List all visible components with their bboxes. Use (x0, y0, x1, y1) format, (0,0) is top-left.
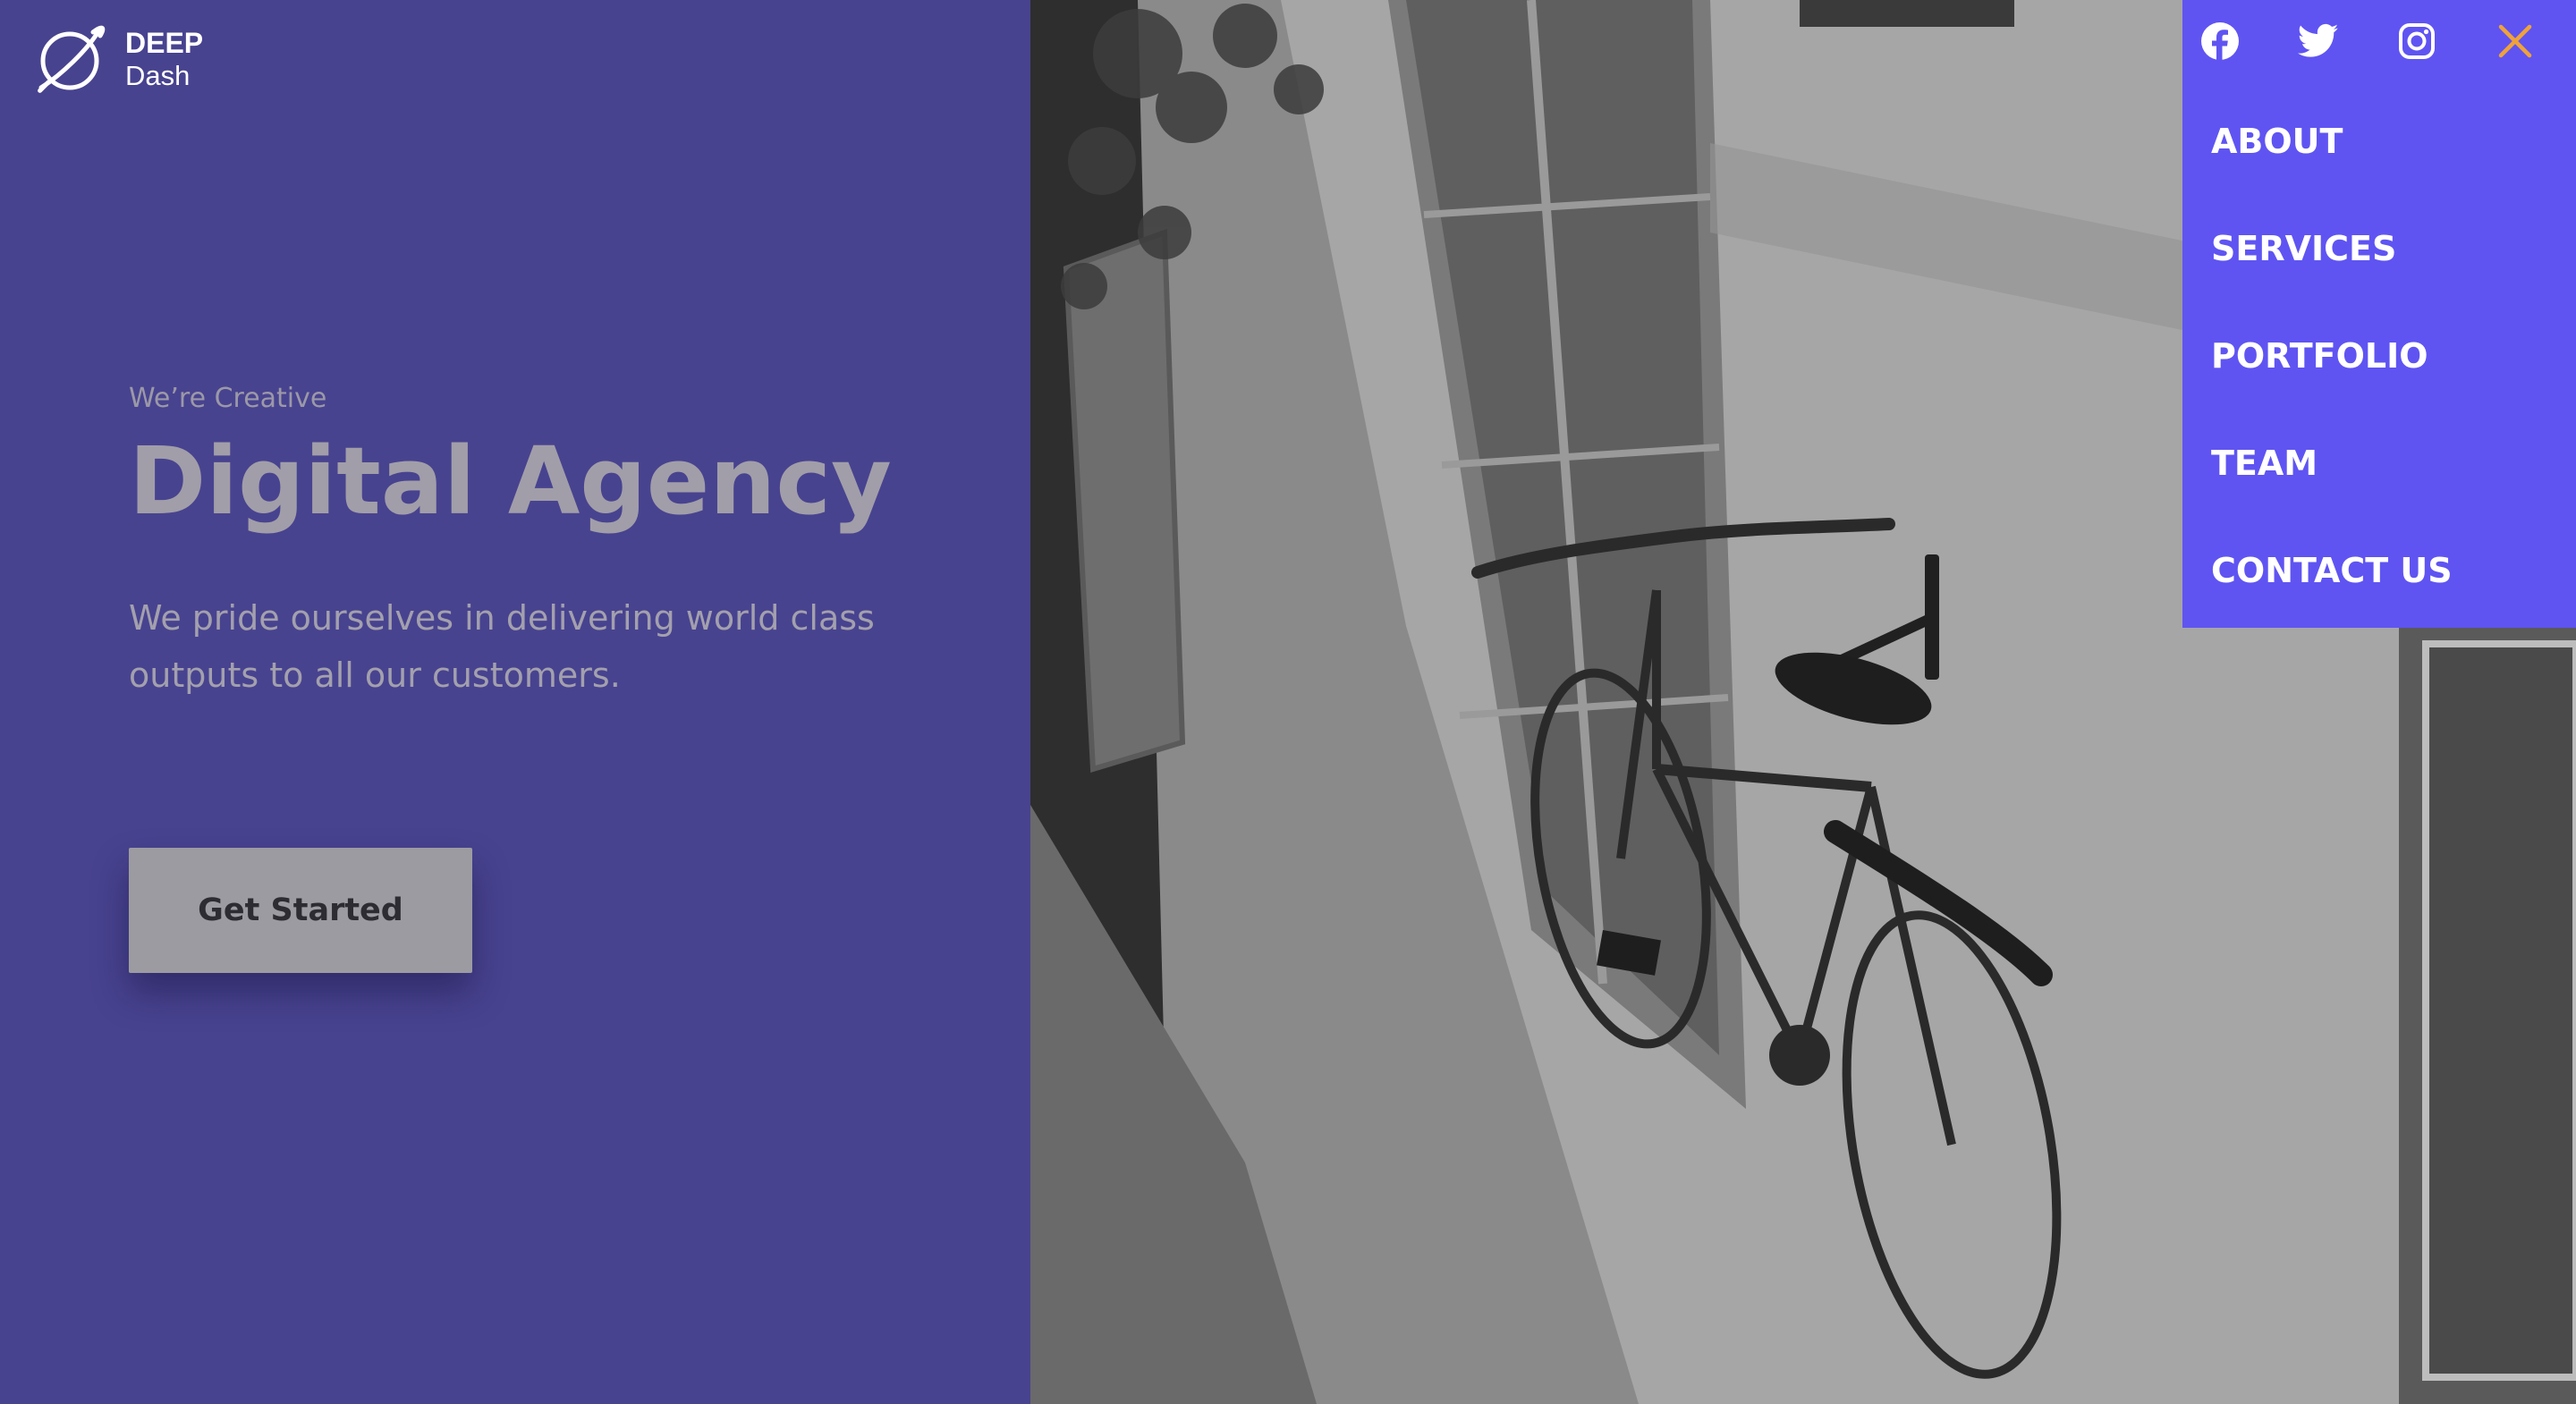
instagram-icon[interactable] (2392, 16, 2442, 66)
close-icon[interactable] (2490, 16, 2540, 66)
social-links (2182, 16, 2576, 66)
brand-name: DEEP Dash (125, 27, 203, 91)
nav-item-team[interactable]: TEAM (2211, 436, 2453, 544)
hero-description: We pride ourselves in delivering world c… (129, 598, 875, 696)
nav-item-services[interactable]: SERVICES (2211, 222, 2453, 329)
brand-name-line1: DEEP (125, 26, 204, 59)
nav-menu-overlay: ABOUT SERVICES PORTFOLIO TEAM CONTACT US (2182, 0, 2576, 628)
nav-item-portfolio[interactable]: PORTFOLIO (2211, 329, 2453, 436)
brand-logo-link[interactable]: DEEP Dash (34, 23, 203, 95)
nav-item-contact-us[interactable]: CONTACT US (2211, 544, 2453, 651)
nav-menu-list: ABOUT SERVICES PORTFOLIO TEAM CONTACT US (2211, 114, 2453, 651)
twitter-icon[interactable] (2293, 16, 2343, 66)
facebook-icon[interactable] (2195, 16, 2245, 66)
hero-content: We’re Creative Digital Agency We pride o… (129, 383, 898, 704)
brand-name-line2: Dash (125, 59, 191, 91)
page: DEEP Dash We’re Creative Digital Agency … (0, 0, 2576, 1404)
get-started-button[interactable]: Get Started (129, 848, 472, 973)
hero-panel: DEEP Dash We’re Creative Digital Agency … (0, 0, 1030, 1404)
hero-headline: Digital Agency (129, 427, 892, 536)
nav-item-about[interactable]: ABOUT (2211, 114, 2453, 222)
planet-icon (38, 25, 106, 93)
hero-eyebrow: We’re Creative (129, 383, 327, 414)
